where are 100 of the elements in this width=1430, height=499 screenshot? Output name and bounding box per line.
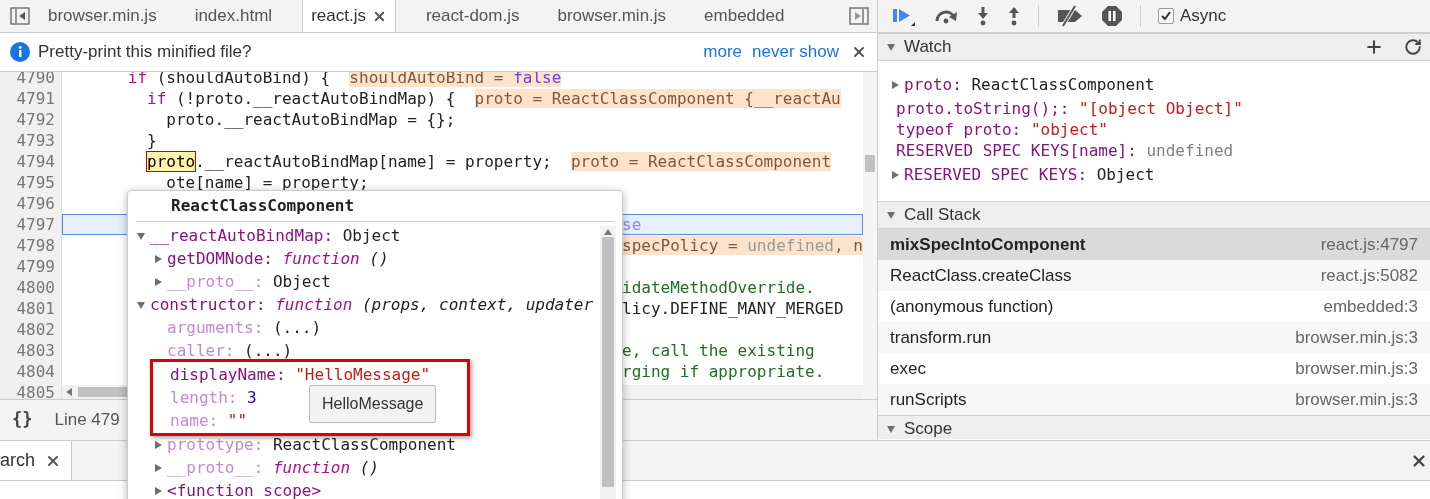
inline-value: proto = ReactClassComponent — [570, 152, 831, 171]
call-frame[interactable]: transform.run browser.min.js:3 — [878, 322, 1430, 353]
code-text: .__reactAutoBindMap[name] = property; — [195, 152, 553, 171]
file-tab[interactable]: index.html — [186, 0, 281, 32]
property-value: Object — [342, 224, 401, 247]
collapsed-triangle-icon[interactable] — [153, 462, 163, 473]
property-value: (...) — [244, 339, 293, 362]
line-number: 4797 — [0, 214, 62, 235]
property-name: <function scope> — [167, 479, 322, 499]
info-icon — [10, 42, 30, 62]
expanded-triangle-icon[interactable] — [886, 210, 896, 220]
file-tab[interactable]: embedded — [696, 0, 793, 32]
collapsed-triangle-icon[interactable] — [153, 276, 163, 287]
line-number: 4796 — [0, 193, 62, 214]
line-number: 4802 — [0, 319, 62, 340]
scroll-left-icon[interactable] — [66, 388, 72, 396]
property-name: arguments: — [167, 316, 264, 339]
inline-value: , n — [833, 236, 863, 255]
scroll-up-icon[interactable] — [604, 229, 612, 235]
collapsed-triangle-icon[interactable] — [153, 439, 163, 450]
section-header[interactable]: Scope — [878, 415, 1430, 439]
function-keyword: function — [282, 247, 360, 270]
step-into-icon[interactable] — [976, 6, 990, 26]
pause-on-exceptions-icon[interactable] — [1101, 5, 1123, 27]
code-text: if — [147, 89, 167, 108]
line-number: 4798 — [0, 235, 62, 256]
resume-icon[interactable] — [892, 6, 916, 26]
collapsed-triangle-icon[interactable] — [890, 169, 900, 180]
line-number: 4803 — [0, 340, 62, 361]
call-frame[interactable]: runScripts browser.min.js:3 — [878, 384, 1430, 415]
property-value: Object — [1096, 163, 1155, 186]
line-number: 4792 — [0, 109, 62, 130]
expanded-triangle-icon[interactable] — [136, 230, 146, 241]
line-number: 4794 — [0, 151, 62, 172]
code-text: (!proto.__reactAutoBindMap) { — [175, 89, 457, 108]
property-name: __reactAutoBindMap: — [150, 224, 334, 247]
file-tab[interactable]: react-dom.js — [417, 0, 528, 32]
async-checkbox[interactable] — [1158, 8, 1174, 24]
collapsed-triangle-icon[interactable] — [153, 485, 163, 496]
pretty-print-button[interactable]: {} — [12, 407, 33, 433]
property-value: "[object Object]" — [1079, 97, 1243, 120]
property-name: prototype: — [167, 433, 264, 456]
scrollbar-thumb[interactable] — [602, 237, 614, 487]
cursor-position: Line 479 — [54, 409, 120, 432]
property-name: constructor: — [150, 293, 266, 316]
code-text: } — [147, 131, 157, 150]
section-header[interactable]: Watch — [878, 33, 1430, 61]
file-tab[interactable]: browser.min.js — [549, 0, 675, 32]
watch-expression: RESERVED SPEC KEYS[name]: — [896, 139, 1137, 162]
property-name: displayName: — [170, 363, 286, 386]
property-value: (props, context, updater — [360, 293, 594, 316]
watch-expression: proto.toString();: — [896, 97, 1070, 120]
highlighted-variable: proto — [147, 152, 196, 171]
expanded-triangle-icon[interactable] — [886, 42, 896, 52]
line-number: 4795 — [0, 172, 62, 193]
property-name: name: — [170, 409, 219, 432]
show-navigator-icon[interactable] — [849, 7, 869, 25]
source-location: react.js:5082 — [1320, 264, 1418, 287]
step-over-icon[interactable] — [933, 8, 959, 24]
file-tab[interactable]: react.js — [302, 0, 396, 32]
property-value: () — [358, 456, 379, 479]
call-frame[interactable]: mixSpecIntoComponent react.js:4797 — [878, 229, 1430, 260]
line-number: 4793 — [0, 130, 62, 151]
watch-expression: RESERVED SPEC KEYS: — [904, 163, 1088, 186]
source-location: react.js:4797 — [1320, 233, 1418, 256]
property-value: Object — [272, 270, 331, 293]
property-name: getDOMNode: — [167, 247, 273, 270]
code-comment: rging if appropriate. — [622, 362, 825, 381]
function-name: runScripts — [890, 388, 968, 411]
line-number: 4799 — [0, 256, 62, 277]
scrollbar-thumb[interactable] — [865, 155, 875, 172]
expanded-triangle-icon[interactable] — [136, 299, 146, 310]
source-location: browser.min.js:3 — [1295, 326, 1418, 349]
checkmark-icon — [1160, 10, 1172, 22]
deactivate-breakpoints-icon[interactable] — [1056, 5, 1084, 27]
section-header[interactable]: Call Stack — [878, 201, 1430, 229]
property-name: __proto__: — [167, 456, 264, 479]
file-tab[interactable]: browser.min.js — [40, 0, 165, 32]
vertical-scrollbar[interactable] — [600, 226, 616, 499]
collapsed-triangle-icon[interactable] — [153, 253, 163, 264]
property-value: undefined — [1146, 139, 1234, 162]
vertical-scrollbar[interactable] — [863, 72, 877, 399]
collapsed-triangle-icon[interactable] — [890, 79, 900, 90]
popover-title: ReactClassComponent — [171, 195, 355, 217]
step-out-icon[interactable] — [1007, 6, 1021, 26]
property-value: 3 — [247, 386, 257, 409]
code-comment: e, call the existing — [622, 341, 815, 360]
line-number: 4791 — [0, 88, 62, 109]
close-icon[interactable] — [851, 44, 867, 60]
line-number: 4800 — [0, 277, 62, 298]
refresh-icon[interactable] — [1404, 38, 1422, 56]
hide-navigator-icon[interactable] — [10, 7, 30, 25]
add-icon[interactable] — [1364, 37, 1384, 57]
call-frame[interactable]: ReactClass.createClass react.js:5082 — [878, 260, 1430, 291]
line-number: 4804 — [0, 361, 62, 382]
property-value: "object" — [1030, 118, 1108, 141]
drawer-tab[interactable]: arch — [0, 441, 72, 480]
infobar-link[interactable]: never show — [752, 39, 839, 65]
infobar-link[interactable]: more — [703, 39, 743, 65]
expanded-triangle-icon[interactable] — [886, 424, 896, 434]
